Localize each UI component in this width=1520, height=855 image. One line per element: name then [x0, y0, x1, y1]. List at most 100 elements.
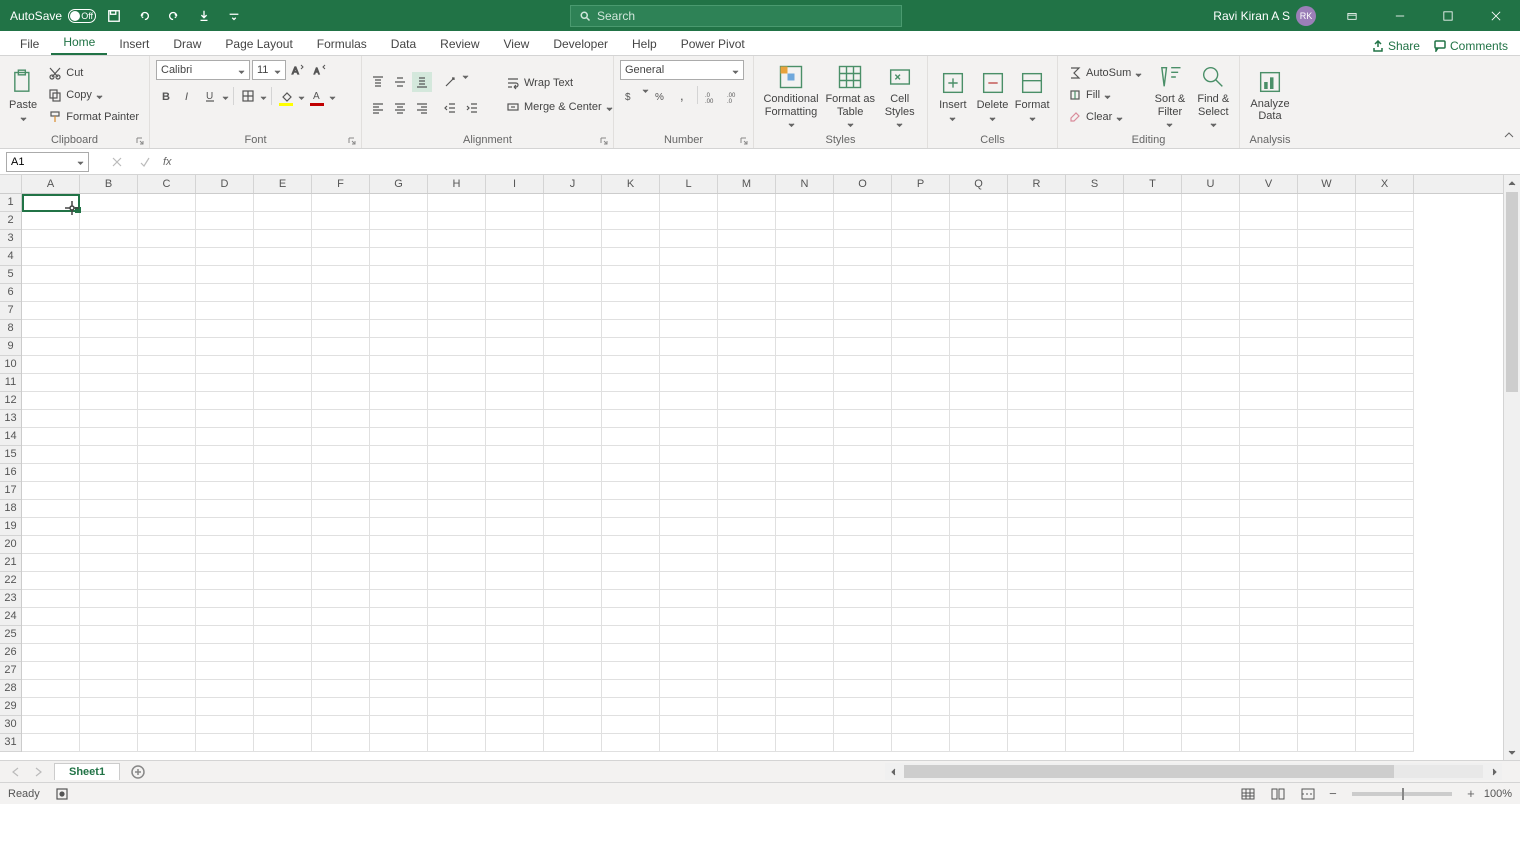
cell[interactable] — [602, 518, 660, 536]
row-header[interactable]: 7 — [0, 302, 21, 320]
cell[interactable] — [370, 194, 428, 212]
cell[interactable] — [660, 464, 718, 482]
cell[interactable] — [196, 266, 254, 284]
column-header[interactable]: W — [1298, 175, 1356, 193]
cell[interactable] — [950, 572, 1008, 590]
cell[interactable] — [776, 302, 834, 320]
column-header[interactable]: X — [1356, 175, 1414, 193]
accounting-format-icon[interactable]: $ — [620, 86, 640, 106]
cell[interactable] — [370, 266, 428, 284]
cell[interactable] — [428, 410, 486, 428]
cell[interactable] — [834, 356, 892, 374]
cell[interactable] — [486, 266, 544, 284]
cell[interactable] — [196, 536, 254, 554]
search-box[interactable]: Search — [570, 5, 902, 27]
column-header[interactable]: E — [254, 175, 312, 193]
cell[interactable] — [22, 230, 80, 248]
cell[interactable] — [80, 500, 138, 518]
cell[interactable] — [718, 500, 776, 518]
cell[interactable] — [1124, 212, 1182, 230]
cell[interactable] — [660, 248, 718, 266]
bold-icon[interactable]: B — [156, 86, 176, 106]
cell[interactable] — [370, 446, 428, 464]
cell[interactable] — [1240, 698, 1298, 716]
cell[interactable] — [1298, 644, 1356, 662]
cell[interactable] — [138, 608, 196, 626]
cell[interactable] — [660, 500, 718, 518]
row-header[interactable]: 26 — [0, 644, 21, 662]
cell[interactable] — [1356, 734, 1414, 752]
cell[interactable] — [660, 518, 718, 536]
cell[interactable] — [1240, 626, 1298, 644]
cell[interactable] — [602, 248, 660, 266]
cell[interactable] — [1240, 302, 1298, 320]
cell[interactable] — [1182, 230, 1240, 248]
cell[interactable] — [428, 644, 486, 662]
cell[interactable] — [1124, 410, 1182, 428]
cell[interactable] — [1298, 266, 1356, 284]
cell[interactable] — [892, 626, 950, 644]
cell[interactable] — [1298, 410, 1356, 428]
cell[interactable] — [370, 662, 428, 680]
cell[interactable] — [80, 302, 138, 320]
cell[interactable] — [1298, 284, 1356, 302]
cell[interactable] — [602, 338, 660, 356]
cell[interactable] — [370, 680, 428, 698]
cell[interactable] — [370, 518, 428, 536]
format-as-table-button[interactable]: Format as Table — [824, 62, 876, 128]
cell[interactable] — [1240, 194, 1298, 212]
cell[interactable] — [196, 680, 254, 698]
cell[interactable] — [1240, 374, 1298, 392]
cell[interactable] — [660, 446, 718, 464]
cell[interactable] — [1182, 680, 1240, 698]
conditional-formatting-button[interactable]: Conditional Formatting — [760, 62, 822, 128]
column-header[interactable]: R — [1008, 175, 1066, 193]
cell[interactable] — [1124, 680, 1182, 698]
cell[interactable] — [544, 338, 602, 356]
cell[interactable] — [1066, 230, 1124, 248]
cell[interactable] — [1240, 482, 1298, 500]
cell[interactable] — [1356, 284, 1414, 302]
cell[interactable] — [1066, 248, 1124, 266]
cell[interactable] — [254, 698, 312, 716]
cell[interactable] — [1008, 266, 1066, 284]
cell[interactable] — [428, 248, 486, 266]
cell[interactable] — [1182, 554, 1240, 572]
cell[interactable] — [428, 428, 486, 446]
cell[interactable] — [718, 716, 776, 734]
cell[interactable] — [312, 608, 370, 626]
cell[interactable] — [950, 662, 1008, 680]
cell[interactable] — [1298, 590, 1356, 608]
cell[interactable] — [1008, 572, 1066, 590]
row-header[interactable]: 17 — [0, 482, 21, 500]
cell[interactable] — [138, 536, 196, 554]
cell[interactable] — [1182, 608, 1240, 626]
cell[interactable] — [776, 590, 834, 608]
column-header[interactable]: G — [370, 175, 428, 193]
cell[interactable] — [776, 464, 834, 482]
cell[interactable] — [1182, 572, 1240, 590]
paste-button[interactable]: Paste — [6, 62, 40, 128]
cell[interactable] — [1298, 536, 1356, 554]
cell[interactable] — [602, 230, 660, 248]
cell[interactable] — [1008, 392, 1066, 410]
cell[interactable] — [370, 590, 428, 608]
cell[interactable] — [1124, 392, 1182, 410]
cell[interactable] — [892, 284, 950, 302]
cell[interactable] — [22, 248, 80, 266]
cell[interactable] — [1240, 644, 1298, 662]
cell[interactable] — [834, 518, 892, 536]
cell[interactable] — [312, 680, 370, 698]
cell[interactable] — [892, 518, 950, 536]
font-name-combo[interactable]: Calibri — [156, 60, 250, 80]
tab-power-pivot[interactable]: Power Pivot — [669, 33, 757, 55]
cell[interactable] — [602, 608, 660, 626]
scroll-up-icon[interactable] — [1504, 175, 1520, 192]
cell[interactable] — [718, 230, 776, 248]
undo-icon[interactable] — [132, 4, 156, 28]
scroll-thumb[interactable] — [1506, 192, 1518, 392]
cell[interactable] — [718, 212, 776, 230]
comments-button[interactable]: Comments — [1434, 39, 1508, 53]
cell[interactable] — [544, 608, 602, 626]
cell[interactable] — [312, 302, 370, 320]
